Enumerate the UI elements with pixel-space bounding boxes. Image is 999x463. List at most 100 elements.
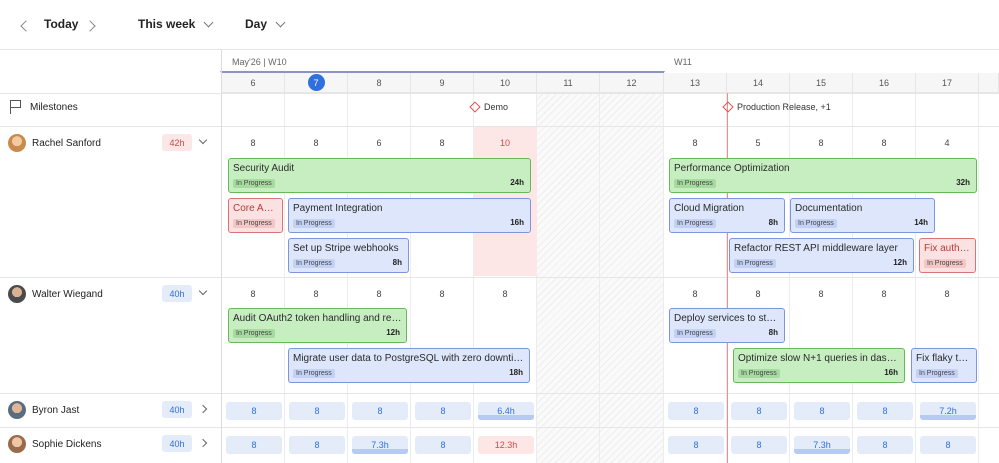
milestone-production-release[interactable]: Production Release, +1: [722, 101, 831, 113]
capacity-value: 8: [882, 406, 888, 416]
task-title: Set up Stripe webhooks: [293, 243, 399, 254]
day-header: 12: [600, 73, 664, 93]
day-header: 8: [348, 73, 411, 93]
capacity-value: 6.4h: [497, 406, 515, 416]
chevron-right-icon[interactable]: [198, 438, 208, 448]
capacity-pill-over: 12.3h: [478, 436, 534, 454]
person-sophie-dickens: Sophie Dickens: [8, 435, 101, 453]
avatar: [8, 285, 26, 303]
task-hours: 14h: [914, 218, 928, 227]
task-status: In Progress: [293, 369, 335, 378]
capacity-pill: 7.3h: [794, 436, 850, 454]
day-header: 13: [664, 73, 727, 93]
milestone-demo[interactable]: Demo: [469, 101, 508, 113]
capacity-pill: 7.2h: [920, 402, 976, 420]
capacity-value: 8: [440, 440, 446, 450]
weekend-column: [600, 93, 664, 463]
row-divider: [0, 93, 999, 94]
task-title: Deploy services to staging: [674, 313, 780, 324]
milestone-label: Production Release, +1: [737, 102, 831, 112]
task-bar[interactable]: Optimize slow N+1 queries in dashboard I…: [733, 348, 905, 383]
capacity-value: 7.3h: [371, 440, 389, 450]
capacity-pill: 8: [668, 436, 724, 454]
day-number: 11: [563, 77, 573, 88]
day-number: 12: [626, 77, 637, 88]
capacity-pill: 8: [731, 402, 787, 420]
capacity-value: 8: [439, 289, 445, 299]
row-divider: [0, 126, 999, 127]
person-name: Byron Jast: [32, 404, 80, 416]
task-bar[interactable]: Core API Hardening In Progress: [228, 198, 283, 233]
task-status: In Progress: [795, 219, 837, 228]
capacity-pill: 8: [415, 402, 471, 420]
flag-icon: [10, 100, 22, 114]
capacity-value: 8: [819, 406, 825, 416]
capacity-pill: 8: [226, 402, 282, 420]
task-status: In Progress: [293, 259, 335, 268]
capacity-value: 6: [376, 138, 382, 148]
task-title: Fix authentication bug: [924, 243, 971, 254]
left-panel-divider: [221, 50, 222, 463]
person-name: Sophie Dickens: [32, 438, 102, 450]
today-button[interactable]: Today: [44, 17, 78, 31]
task-title: Fix flaky tests: [916, 353, 972, 364]
task-title: Security Audit: [233, 163, 295, 174]
task-bar[interactable]: Payment Integration In Progress 16h: [288, 198, 531, 233]
week-dropdown[interactable]: This week: [138, 17, 214, 31]
granularity-dropdown[interactable]: Day: [245, 17, 286, 31]
milestone-diamond-icon: [722, 101, 734, 113]
chevron-right-icon[interactable]: [198, 404, 208, 414]
task-bar[interactable]: Fix flaky tests In Progress: [911, 348, 977, 383]
milestones-row-header: Milestones: [10, 100, 78, 114]
task-bar[interactable]: Set up Stripe webhooks In Progress 8h: [288, 238, 409, 273]
task-status: In Progress: [233, 219, 275, 228]
capacity-value: 8: [944, 289, 950, 299]
capacity-pill: 8: [289, 436, 345, 454]
capacity-value: 8: [439, 138, 445, 148]
week-label-w11: W11: [674, 57, 692, 67]
task-hours: 32h: [956, 178, 970, 187]
row-divider: [0, 393, 999, 394]
capacity-value: 8: [945, 440, 951, 450]
task-bar[interactable]: Security Audit In Progress 24h: [228, 158, 531, 193]
chevron-down-icon[interactable]: [198, 135, 208, 145]
capacity-pill: 8: [415, 436, 471, 454]
task-bar[interactable]: Deploy services to staging In Progress 8…: [669, 308, 785, 343]
capacity-value: 8: [250, 289, 256, 299]
chevron-down-icon: [275, 17, 286, 27]
person-name: Rachel Sanford: [32, 137, 101, 149]
task-hours: 8h: [768, 328, 778, 337]
task-bar[interactable]: Refactor REST API middleware layer In Pr…: [729, 238, 914, 273]
capacity-pill: 8: [226, 436, 282, 454]
week-label-w10: May'26 | W10: [232, 57, 287, 67]
current-time-line: [727, 93, 728, 463]
hours-badge: 42h: [162, 134, 192, 151]
task-bar[interactable]: Documentation In Progress 14h: [790, 198, 935, 233]
task-bar[interactable]: Performance Optimization In Progress 32h: [669, 158, 977, 193]
next-period-icon[interactable]: [84, 20, 96, 32]
task-hours: 24h: [510, 178, 524, 187]
day-number: 8: [376, 77, 382, 88]
day-number: 9: [439, 77, 445, 88]
capacity-value: 8: [755, 289, 761, 299]
capacity-value: 8: [881, 138, 887, 148]
chevron-down-icon[interactable]: [198, 286, 208, 296]
hours-badge: 40h: [162, 285, 192, 302]
task-title: Core API Hardening: [233, 203, 278, 214]
day-header-today: 7: [285, 73, 348, 93]
capacity-pill: 8: [857, 402, 913, 420]
milestones-label: Milestones: [30, 101, 78, 113]
task-bar[interactable]: Cloud Migration In Progress 8h: [669, 198, 785, 233]
task-bar[interactable]: Fix authentication bug In Progress: [919, 238, 976, 273]
task-hours: 12h: [386, 328, 400, 337]
task-bar[interactable]: Migrate user data to PostgreSQL with zer…: [288, 348, 530, 383]
capacity-value: 8: [882, 440, 888, 450]
today-marker: 7: [307, 74, 325, 91]
capacity-value: 8: [251, 406, 257, 416]
capacity-pill: 6.4h: [478, 402, 534, 420]
prev-period-icon[interactable]: [20, 20, 32, 32]
hours-badge: 40h: [162, 401, 192, 418]
day-number: 15: [815, 77, 826, 88]
task-status: In Progress: [233, 179, 275, 188]
task-bar[interactable]: Audit OAuth2 token handling and refresh …: [228, 308, 407, 343]
